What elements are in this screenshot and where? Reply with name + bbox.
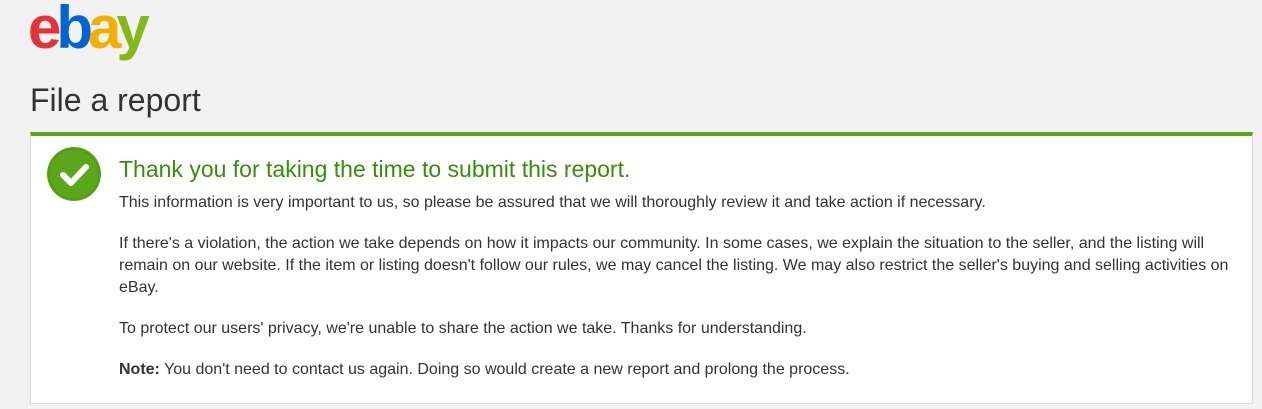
confirmation-heading: Thank you for taking the time to submit … bbox=[119, 156, 631, 182]
page-title: File a report bbox=[30, 82, 201, 118]
check-circle-icon bbox=[47, 147, 101, 201]
confirmation-paragraph-review: This information is very important to us… bbox=[119, 194, 986, 211]
confirmation-note: Note: You don't need to contact us again… bbox=[119, 359, 1234, 381]
confirmation-body: Thank you for taking the time to submit … bbox=[119, 154, 1234, 381]
svg-text:ebay: ebay bbox=[28, 0, 150, 61]
logo-letter-b: b bbox=[56, 0, 91, 61]
confirmation-panel: Thank you for taking the time to submit … bbox=[30, 132, 1253, 404]
note-text: You don't need to contact us again. Doin… bbox=[159, 361, 850, 378]
note-label: Note: bbox=[119, 361, 160, 378]
logo-letter-e: e bbox=[28, 0, 60, 61]
page: ebay File a report Thank you for taking … bbox=[0, 0, 1262, 409]
ebay-logo[interactable]: ebay bbox=[28, 0, 178, 66]
logo-letter-y: y bbox=[116, 0, 150, 61]
confirmation-paragraph-violation: If there's a violation, the action we ta… bbox=[119, 235, 1229, 296]
confirmation-paragraph-privacy: To protect our users' privacy, we're una… bbox=[119, 320, 807, 337]
